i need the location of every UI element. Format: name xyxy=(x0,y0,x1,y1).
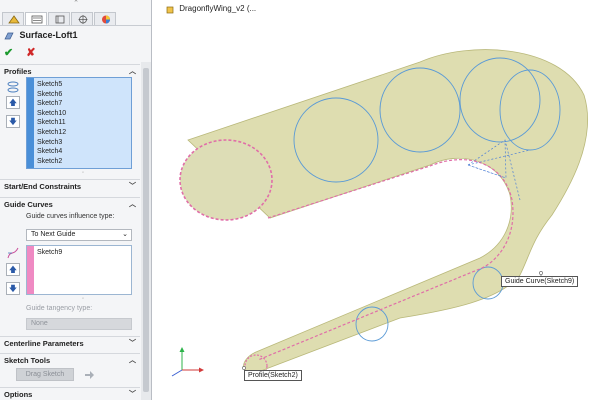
ok-cancel-row: ✔ ✘ xyxy=(4,46,46,59)
list-item[interactable]: Sketch4 xyxy=(37,147,62,157)
ok-button[interactable]: ✔ xyxy=(4,46,18,59)
feature-title-label: Surface-Loft1 xyxy=(19,30,78,40)
guide-curves-list[interactable]: Sketch9 xyxy=(26,245,132,295)
expand-chevron-icon[interactable]: ﹀ xyxy=(129,337,136,350)
sketch-tools-header[interactable]: Sketch Tools ︿ xyxy=(0,353,140,366)
chevron-down-icon: ⌄ xyxy=(122,231,128,238)
profiles-heading: Profiles xyxy=(4,67,32,76)
guide-callout-anchor xyxy=(539,271,543,275)
profiles-color-stripe xyxy=(27,78,34,168)
configuration-manager-tab[interactable] xyxy=(48,12,70,25)
guide-curve-callout[interactable]: Guide Curve(Sketch9) xyxy=(501,276,579,287)
feature-tree-icon xyxy=(8,15,20,24)
dimxpert-manager-tab[interactable] xyxy=(71,12,93,25)
tangency-type-value: None xyxy=(31,320,48,327)
list-item[interactable]: Sketch10 xyxy=(37,109,66,119)
start-end-constraints-header[interactable]: Start/End Constraints ﹀ xyxy=(0,179,140,192)
feature-title: Surface-Loft1 xyxy=(4,30,78,44)
list-item[interactable]: Sketch6 xyxy=(37,90,62,100)
tangency-type-select: None xyxy=(26,318,132,330)
property-manager-panel: ⌃ Surface-Loft1 ✔ ✘ Profiles ︿ 🡅 🡇 Sketc… xyxy=(0,0,152,400)
drag-sketch-button: Drag Sketch xyxy=(16,368,74,381)
list-item[interactable]: Sketch9 xyxy=(37,248,62,258)
feature-manager-tab[interactable] xyxy=(2,12,24,25)
guide-curve-icon xyxy=(7,247,19,259)
crosshair-icon xyxy=(78,15,88,24)
collapse-chevron-icon[interactable]: ︿ xyxy=(129,354,136,367)
expand-chevron-icon[interactable]: ﹀ xyxy=(129,388,136,400)
guide-color-stripe xyxy=(27,246,34,294)
view-triad[interactable] xyxy=(171,347,204,377)
list-item[interactable]: Sketch7 xyxy=(37,99,62,109)
list-resize-handle[interactable]: ◦ xyxy=(82,296,84,302)
profile-callout[interactable]: Profile(Sketch2) xyxy=(244,370,302,381)
list-item[interactable]: Sketch11 xyxy=(37,118,66,128)
breadcrumb-label: DragonflyWing_v2 (... xyxy=(179,4,257,13)
end-profile-face[interactable] xyxy=(179,139,273,221)
graphics-area[interactable] xyxy=(153,0,600,400)
move-up-button[interactable]: 🡅 xyxy=(6,96,20,109)
undo-sketch-drag-icon xyxy=(85,371,94,379)
centerline-parameters-header[interactable]: Centerline Parameters ﹀ xyxy=(0,336,140,349)
appearance-pie-icon xyxy=(102,15,110,24)
list-item[interactable]: Sketch3 xyxy=(37,138,62,148)
property-list-icon xyxy=(31,15,43,24)
influence-type-select[interactable]: To Next Guide ⌄ xyxy=(26,229,132,241)
display-manager-tab[interactable] xyxy=(94,12,116,25)
profile-loft-icon xyxy=(7,81,19,93)
profiles-section-header[interactable]: Profiles ︿ xyxy=(0,64,140,77)
expand-chevron-icon[interactable]: ﹀ xyxy=(129,180,136,193)
influence-type-value: To Next Guide xyxy=(31,231,76,238)
configuration-icon xyxy=(55,15,65,24)
profiles-list[interactable]: Sketch5 Sketch6 Sketch7 Sketch10 Sketch1… xyxy=(26,77,132,169)
move-down-button[interactable]: 🡇 xyxy=(6,115,20,128)
panel-grip[interactable]: ⌃ xyxy=(0,0,151,9)
move-down-button[interactable]: 🡇 xyxy=(6,282,20,295)
cancel-button[interactable]: ✘ xyxy=(26,46,40,59)
guide-curves-heading: Guide Curves xyxy=(4,200,53,209)
surface-loft-icon xyxy=(4,32,14,39)
panel-scrollbar[interactable] xyxy=(141,62,151,400)
solidworks-window: ⌃ Surface-Loft1 ✔ ✘ Profiles ︿ 🡅 🡇 Sketc… xyxy=(0,0,600,400)
list-item[interactable]: Sketch2 xyxy=(37,157,62,167)
part-icon xyxy=(166,5,174,14)
sketch-tools-heading: Sketch Tools xyxy=(4,356,51,365)
tangency-type-label: Guide tangency type: xyxy=(26,305,93,312)
list-item[interactable]: Sketch5 xyxy=(37,80,62,90)
start-end-heading: Start/End Constraints xyxy=(4,182,82,191)
list-resize-handle[interactable]: ◦ xyxy=(82,170,84,176)
options-header[interactable]: Options ﹀ xyxy=(0,387,140,400)
options-heading: Options xyxy=(4,390,33,399)
property-manager-tab[interactable] xyxy=(25,12,47,25)
scrollbar-thumb[interactable] xyxy=(143,68,149,392)
guide-curves-header[interactable]: Guide Curves ︿ xyxy=(0,197,140,210)
manager-tabs xyxy=(0,10,151,26)
centerline-heading: Centerline Parameters xyxy=(4,339,84,348)
list-item[interactable]: Sketch12 xyxy=(37,128,66,138)
collapse-chevron-icon[interactable]: ︿ xyxy=(129,198,136,211)
breadcrumb[interactable]: DragonflyWing_v2 (... xyxy=(166,2,256,16)
influence-type-label: Guide curves influence type: xyxy=(26,213,115,220)
move-up-button[interactable]: 🡅 xyxy=(6,263,20,276)
